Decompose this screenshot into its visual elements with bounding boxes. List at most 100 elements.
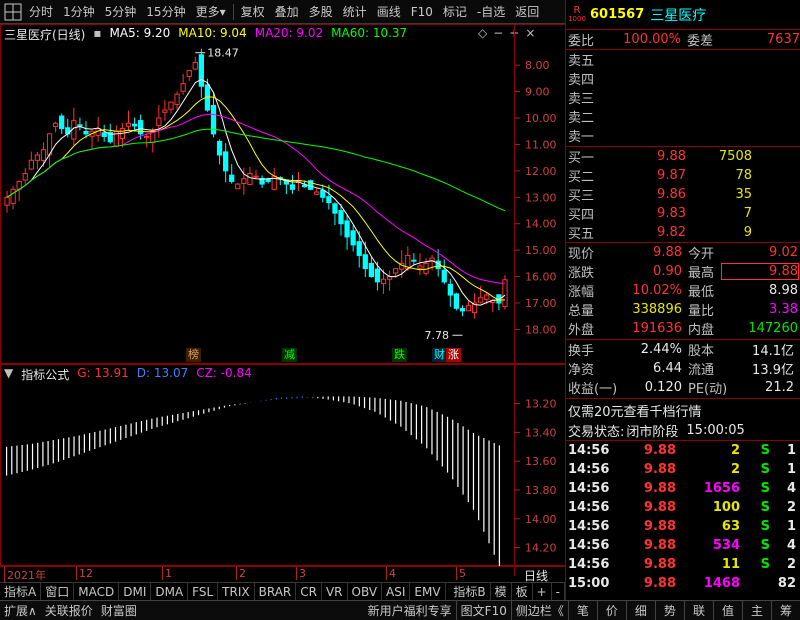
indicator-tab[interactable]: - (552, 582, 565, 601)
indicator-tab[interactable]: ASI (382, 582, 411, 601)
quote-view-tab[interactable]: 细 (625, 600, 655, 620)
sell-level-5: 卖五 (566, 50, 800, 69)
tick-volume: 1468 (703, 576, 740, 591)
overlay-button[interactable]: 叠加 (270, 0, 304, 24)
y-tick-label: 17.00 (525, 297, 557, 310)
adjust-button[interactable]: 复权 (236, 0, 270, 24)
event-signal[interactable]: 榜 (186, 348, 201, 362)
back-button[interactable]: 返回 (510, 0, 544, 24)
level1-badge-icon: R 1000 (568, 4, 586, 23)
indicator-tab[interactable]: 模 (491, 582, 512, 601)
candle (77, 117, 83, 131)
indicator-tab[interactable]: EMV (410, 582, 446, 601)
stat-label: 现价 (568, 247, 595, 262)
new-user-promo[interactable]: 新用户福利专享 (364, 601, 456, 620)
sidebar-toggle[interactable]: 侧边栏《 (510, 600, 568, 620)
mark-button[interactable]: 标记 (438, 0, 472, 24)
quote-view-tab[interactable]: 势 (654, 600, 684, 620)
quote-view-tab[interactable]: 筹 (770, 600, 800, 620)
settings-icon[interactable]: ◇ (478, 26, 487, 40)
tick-side: S (760, 500, 770, 515)
period-15min[interactable]: 15分钟 (141, 0, 190, 24)
indicator-tab[interactable]: + (533, 582, 552, 601)
promo-row[interactable]: 仅需20元查看千档行情 (566, 401, 800, 420)
stat-row: 总量 338896 量比 3.38 (566, 300, 800, 319)
buy-level-5[interactable]: 买五 9.82 9 (566, 223, 800, 242)
stats-button[interactable]: 统计 (338, 0, 372, 24)
indicator-title[interactable]: 指标公式 (21, 366, 69, 383)
candle (465, 301, 472, 312)
indicator-tab[interactable]: TRIX (218, 582, 255, 601)
indicator-tab[interactable]: 窗口 (41, 582, 75, 601)
tick-time: 14:56 (568, 500, 610, 515)
fundamental-value: 2.44% (640, 342, 682, 357)
candle (429, 254, 435, 271)
draw-line-button[interactable]: 画线 (372, 0, 406, 24)
candle (223, 143, 229, 183)
wealth-circle-button[interactable]: 财富圈 (97, 601, 141, 620)
buy-volume: 9 (743, 225, 752, 240)
period-1min[interactable]: 1分钟 (58, 0, 100, 24)
indicator-tab[interactable]: DMA (151, 582, 189, 601)
candles (4, 48, 508, 319)
indicator-tab[interactable]: CR (296, 582, 322, 601)
fundamental-label: 换手 (568, 344, 595, 359)
related-quotes-button[interactable]: 关联报价 (41, 601, 97, 620)
close-icon[interactable]: × (525, 26, 535, 40)
f10-button[interactable]: F10 (406, 0, 438, 24)
period-intraday[interactable]: 分时 (24, 0, 58, 24)
buy-volume: 7508 (718, 149, 752, 164)
remove-watchlist-button[interactable]: -自选 (472, 0, 510, 24)
indicator-dropdown-icon[interactable]: ▼ (4, 366, 13, 383)
buy-level-4[interactable]: 买四 9.83 7 (566, 204, 800, 223)
period-more[interactable]: 更多▾ (191, 0, 231, 24)
status-bar: 扩展∧ 关联报价 财富圈 新用户福利专享 图文F10 侧边栏《 笔价细势联值主筹 (0, 600, 800, 620)
event-signal[interactable]: 涨 (446, 348, 461, 362)
buy-level-label: 买三 (568, 189, 595, 204)
indicator-tab[interactable]: BRAR (255, 582, 297, 601)
candle (216, 139, 223, 165)
quote-view-tab[interactable]: 笔 (567, 600, 597, 620)
indicator-tab[interactable]: VR (322, 582, 348, 601)
candle (259, 175, 265, 188)
stat-row: 涨幅 10.02% 最低 8.98 (566, 281, 800, 300)
multi-stock-button[interactable]: 多股 (304, 0, 338, 24)
level2-promo[interactable]: 仅需20元查看千档行情 (566, 401, 702, 420)
indicator-tab[interactable]: 板 (512, 582, 533, 601)
quote-view-tab[interactable]: 联 (683, 600, 713, 620)
indicator-tab[interactable]: MACD (74, 582, 120, 601)
candle (332, 202, 338, 226)
event-signal[interactable]: 减 (282, 348, 297, 362)
sell-level-4: 卖四 (566, 69, 800, 88)
period-5min[interactable]: 5分钟 (100, 0, 142, 24)
fundamental-row: 收益(一) 0.120 PE(动) 21.2 (566, 378, 800, 397)
app-logo-icon[interactable] (4, 3, 22, 21)
graphic-f10-button[interactable]: 图文F10 (455, 600, 511, 620)
expand-button[interactable]: 扩展∧ (0, 601, 41, 620)
candle (204, 78, 211, 112)
indicator-tab[interactable]: 指标B (449, 582, 491, 601)
chevron-down-icon: ▾ (219, 4, 226, 19)
buy-level-3[interactable]: 买三 9.86 35 (566, 185, 800, 204)
quote-view-tab[interactable]: 值 (712, 600, 742, 620)
tick-time: 14:56 (568, 462, 610, 477)
y-tick-label: 15.00 (525, 244, 557, 257)
stat-label: 量比 (688, 304, 715, 319)
time-tick-label: 2021年 (4, 567, 46, 583)
candle (229, 164, 235, 184)
y-tick-label: 13.40 (525, 426, 557, 439)
indicator-tab[interactable]: DMI (119, 582, 152, 601)
buy-level-label: 买一 (568, 151, 595, 166)
indicator-tab[interactable]: OBV (348, 582, 383, 601)
quote-view-tab[interactable]: 价 (596, 600, 626, 620)
tick-count: 1 (786, 443, 796, 458)
buy-level-2[interactable]: 买二 9.87 78 (566, 166, 800, 185)
event-signal[interactable]: 跌 (392, 348, 407, 362)
indicator-tab[interactable]: 指标A (0, 582, 42, 601)
buy-level-1[interactable]: 买一 9.88 7508 (566, 147, 800, 166)
zoom-out-icon[interactable]: − (493, 26, 503, 40)
event-signal[interactable]: 财 (432, 348, 447, 362)
quote-view-tab[interactable]: 主 (741, 600, 771, 620)
indicator-tab[interactable]: FSL (188, 582, 219, 601)
candle (10, 186, 16, 210)
